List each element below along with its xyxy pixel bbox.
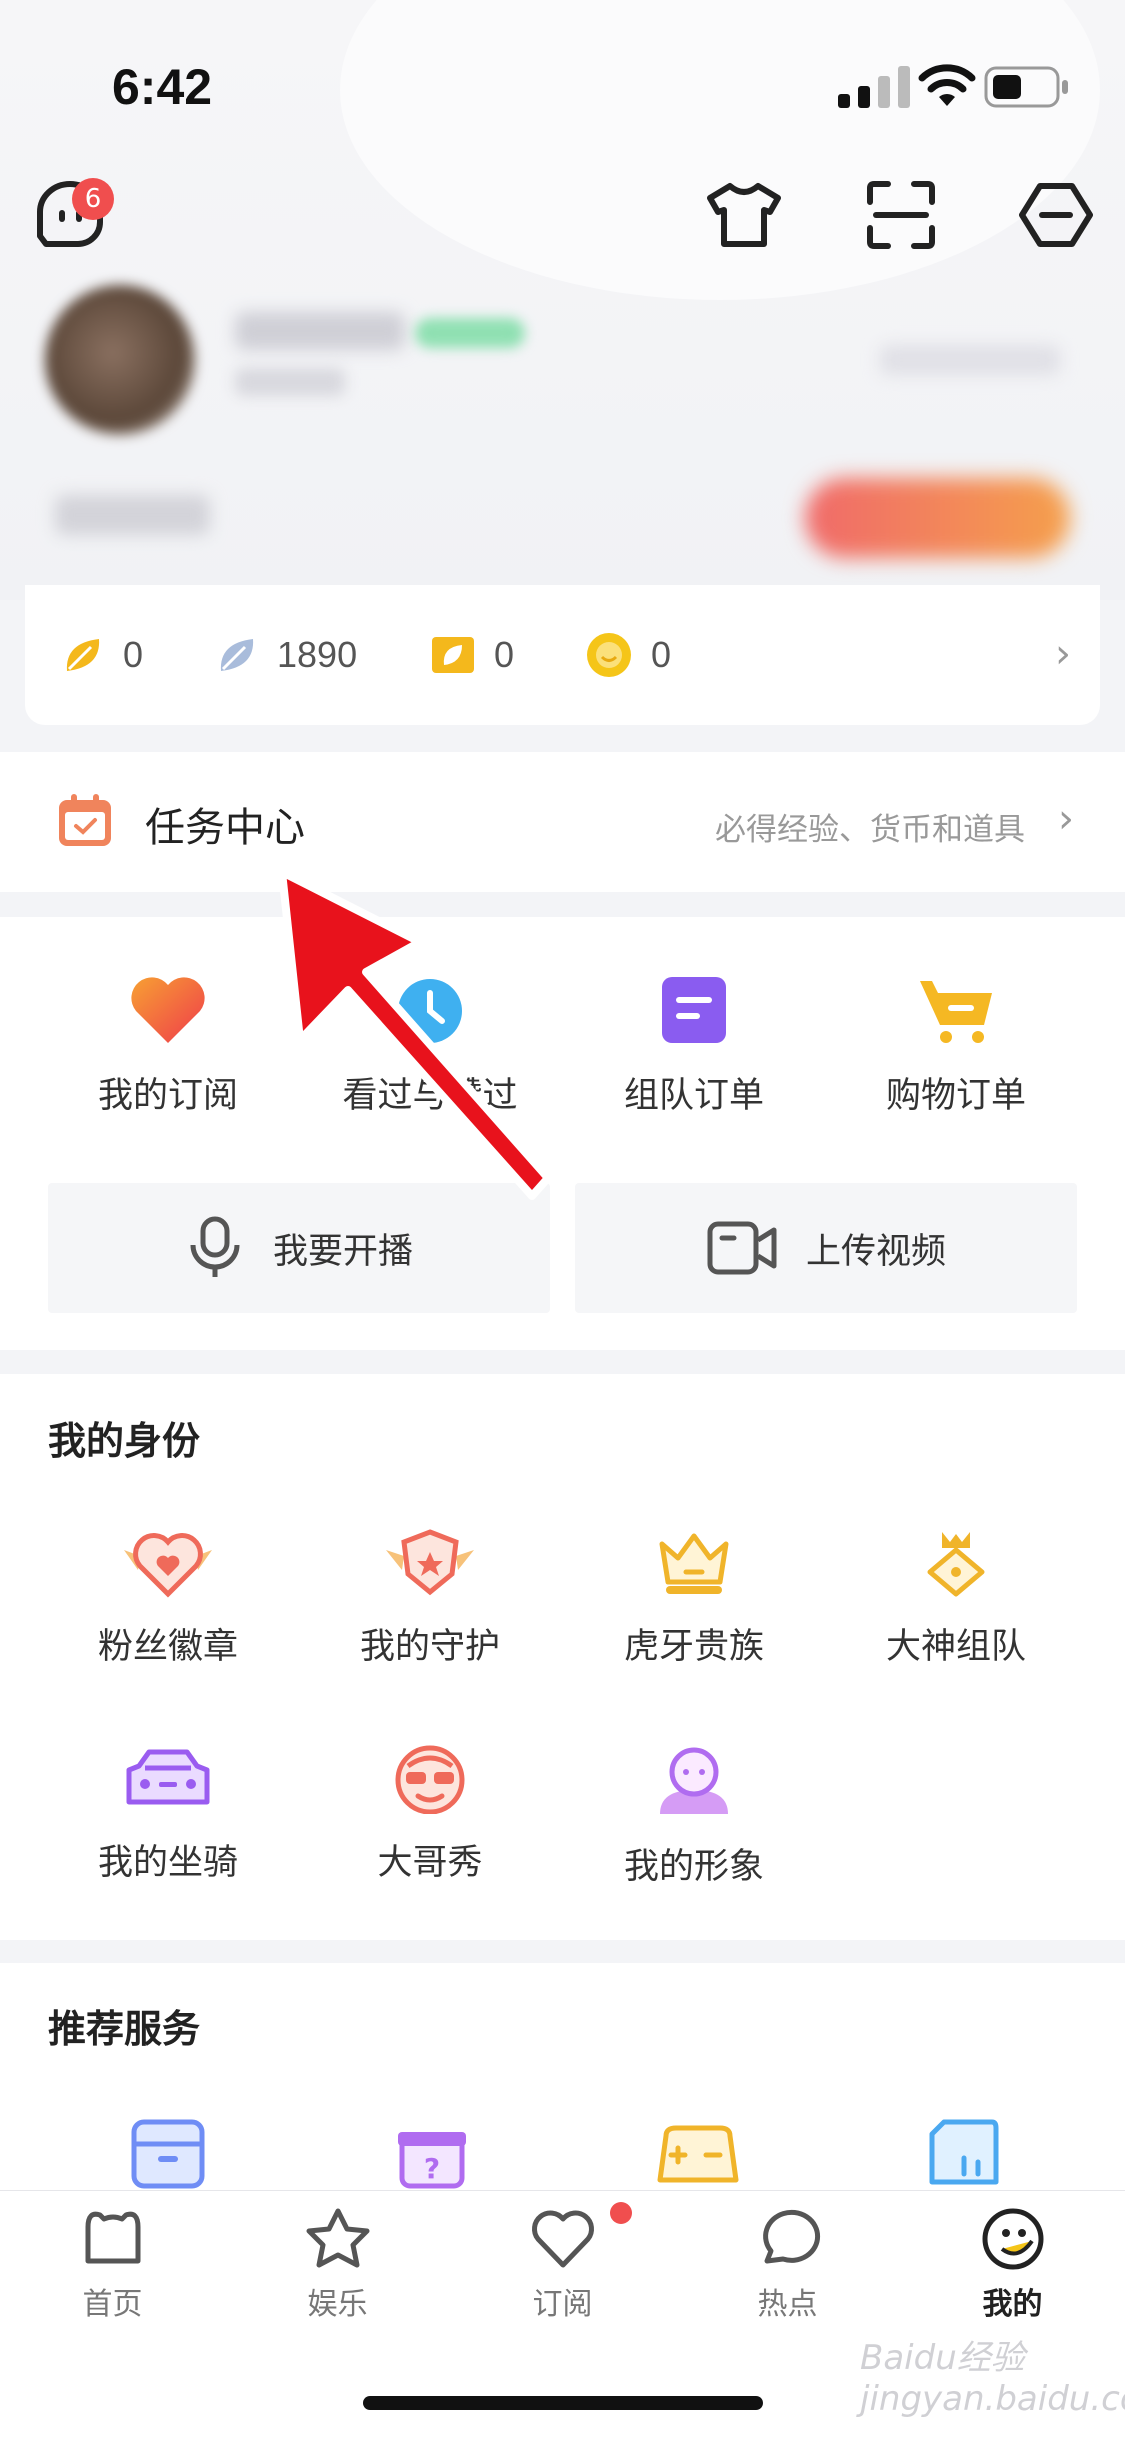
outfit-icon[interactable] (706, 180, 782, 250)
chart-service-icon[interactable] (924, 2118, 1000, 2190)
task-center-title: 任务中心 (145, 805, 305, 851)
star-icon (306, 2208, 369, 2268)
order-icon (662, 977, 726, 1043)
entry-my-subscription[interactable]: 我的订阅 (38, 973, 298, 1118)
box-service-icon[interactable] (130, 2118, 206, 2190)
asset-coin[interactable]: 0 (585, 585, 671, 725)
battery-icon (984, 66, 1068, 108)
chat-icon (762, 2209, 820, 2264)
identity-mount[interactable]: 我的坐骑 (38, 1744, 298, 1885)
membership-button-blurred[interactable] (805, 478, 1070, 558)
tab-entertainment[interactable]: 娱乐 (225, 2205, 450, 2323)
ticket-icon (432, 637, 474, 673)
gamepad-service-icon[interactable] (656, 2118, 740, 2190)
membership-text-blurred (55, 495, 210, 535)
crown-icon (659, 1533, 729, 1594)
profile-link-blurred[interactable] (880, 345, 1060, 375)
task-center-subtitle: 必得经验、货币和道具 (715, 812, 1025, 848)
recommend-title: 推荐服务 (48, 2007, 201, 2051)
identity-master-team[interactable]: 大神组队 (826, 1528, 1086, 1669)
identity-my-avatar[interactable]: 我的形象 (564, 1744, 824, 1889)
assets-card[interactable]: 0 1890 0 0 › (25, 585, 1100, 725)
cart-icon (920, 981, 992, 1043)
asset-ticket[interactable]: 0 (430, 585, 514, 725)
watermark: Baidu经验 jingyan.baidu.com (860, 2338, 1125, 2419)
face-icon (395, 1745, 465, 1815)
master-icon (927, 1532, 985, 1597)
calendar-icon (59, 794, 111, 846)
username-blurred (235, 312, 405, 350)
clock-icon (398, 979, 462, 1043)
wifi-icon (918, 64, 976, 106)
heart-outline-icon (531, 2210, 594, 2268)
fan-badge-icon (124, 1533, 212, 1598)
avatar-icon (660, 1747, 728, 1814)
identity-big-brother-show[interactable]: 大哥秀 (300, 1744, 560, 1885)
entry-shopping-orders[interactable]: 购物订单 (826, 973, 1086, 1118)
asset-silver-leaf[interactable]: 1890 (215, 585, 357, 725)
identity-nobility[interactable]: 虎牙贵族 (564, 1528, 824, 1669)
video-camera-icon (707, 1221, 777, 1275)
svg-text:?: ? (424, 2152, 440, 2185)
me-icon (982, 2208, 1043, 2270)
identity-fan-badge[interactable]: 粉丝徽章 (38, 1528, 298, 1669)
status-time: 6:42 (112, 59, 213, 115)
identity-title: 我的身份 (48, 1419, 201, 1463)
entry-history[interactable]: 看过与赞过 (300, 973, 560, 1118)
chevron-right-icon: › (1055, 631, 1071, 677)
home-icon (85, 2211, 140, 2264)
upload-video-button[interactable]: 上传视频 (575, 1183, 1077, 1313)
microphone-icon (190, 1216, 240, 1277)
heart-icon (131, 977, 205, 1043)
guard-icon (386, 1529, 474, 1596)
car-icon (126, 1749, 210, 1805)
coin-icon (587, 633, 631, 677)
scan-icon[interactable] (866, 180, 936, 250)
user-info-blurred (235, 368, 345, 396)
gift-service-icon[interactable]: ? (394, 2118, 470, 2190)
tab-subscription[interactable]: 订阅 (450, 2205, 675, 2323)
identity-guard[interactable]: 我的守护 (300, 1528, 560, 1669)
gold-leaf-icon (66, 639, 100, 671)
home-indicator[interactable] (363, 2396, 763, 2410)
asset-gold-leaf[interactable]: 0 (61, 585, 143, 725)
subscription-dot (610, 2202, 632, 2224)
silver-leaf-icon (220, 639, 254, 671)
tab-home[interactable]: 首页 (0, 2205, 225, 2323)
chevron-right-icon: › (1058, 796, 1074, 842)
entry-team-orders[interactable]: 组队订单 (564, 973, 824, 1118)
level-tag-blurred (415, 318, 525, 348)
avatar[interactable] (45, 285, 195, 435)
tab-hot[interactable]: 热点 (675, 2205, 900, 2323)
tab-me[interactable]: 我的 (900, 2205, 1125, 2323)
notification-badge: 6 (72, 178, 114, 220)
settings-icon[interactable] (1018, 180, 1094, 250)
go-live-button[interactable]: 我要开播 (48, 1183, 550, 1313)
